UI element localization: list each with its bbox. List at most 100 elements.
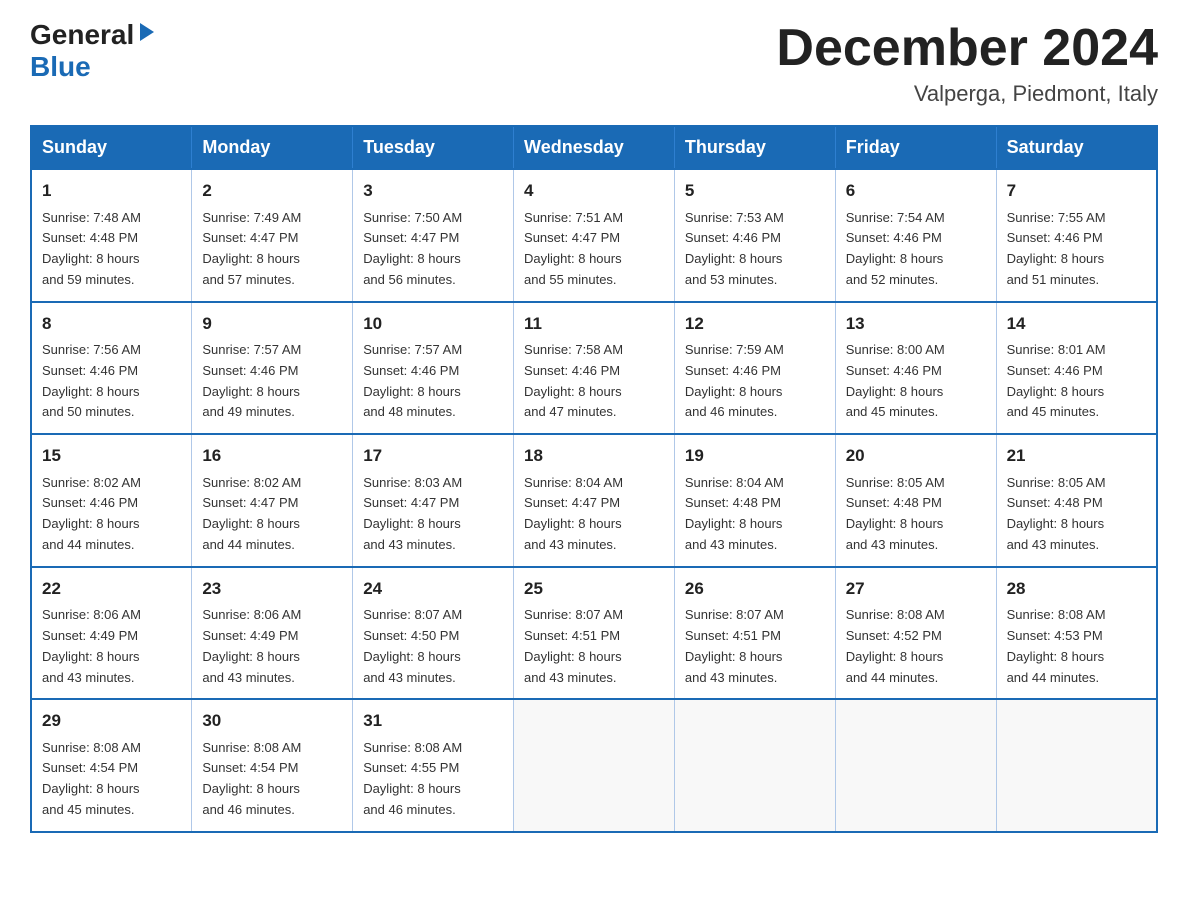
- day-cell: 13Sunrise: 8:00 AM Sunset: 4:46 PM Dayli…: [835, 302, 996, 435]
- day-number: 25: [524, 576, 664, 602]
- day-info: Sunrise: 7:55 AM Sunset: 4:46 PM Dayligh…: [1007, 208, 1146, 291]
- day-info: Sunrise: 7:53 AM Sunset: 4:46 PM Dayligh…: [685, 208, 825, 291]
- weekday-header-thursday: Thursday: [674, 126, 835, 169]
- day-number: 6: [846, 178, 986, 204]
- weekday-header-monday: Monday: [192, 126, 353, 169]
- logo-arrow-icon: [136, 21, 158, 43]
- day-cell: 19 Sunrise: 8:04 AM Sunset: 4:48 PM Dayli…: [674, 434, 835, 567]
- logo: General Blue: [30, 20, 158, 83]
- day-number: 3: [363, 178, 503, 204]
- day-cell: 20 Sunrise: 8:05 AM Sunset: 4:48 PM Dayli…: [835, 434, 996, 567]
- day-number: 15: [42, 443, 181, 469]
- day-number: 2: [202, 178, 342, 204]
- day-info: Sunrise: 8:02 AM Sunset: 4:46 PM Dayligh…: [42, 473, 181, 556]
- day-cell: 28 Sunrise: 8:08 AM Sunset: 4:53 PM Dayli…: [996, 567, 1157, 700]
- day-number: 19: [685, 443, 825, 469]
- day-number: 17: [363, 443, 503, 469]
- day-cell: [835, 699, 996, 832]
- day-number: 8: [42, 311, 181, 337]
- day-number: 23: [202, 576, 342, 602]
- week-row-2: 8 Sunrise: 7:56 AM Sunset: 4:46 PM Daylig…: [31, 302, 1157, 435]
- day-info: Sunrise: 8:08 AM Sunset: 4:54 PM Dayligh…: [202, 738, 342, 821]
- day-cell: 27Sunrise: 8:08 AM Sunset: 4:52 PM Dayli…: [835, 567, 996, 700]
- day-cell: 2 Sunrise: 7:49 AM Sunset: 4:47 PM Daylig…: [192, 169, 353, 302]
- day-info: Sunrise: 7:59 AM Sunset: 4:46 PM Dayligh…: [685, 340, 825, 423]
- day-info: Sunrise: 8:08 AM Sunset: 4:54 PM Dayligh…: [42, 738, 181, 821]
- day-cell: 1 Sunrise: 7:48 AM Sunset: 4:48 PM Daylig…: [31, 169, 192, 302]
- day-number: 31: [363, 708, 503, 734]
- day-number: 10: [363, 311, 503, 337]
- day-number: 4: [524, 178, 664, 204]
- day-cell: 10 Sunrise: 7:57 AM Sunset: 4:46 PM Dayli…: [353, 302, 514, 435]
- day-number: 5: [685, 178, 825, 204]
- day-info: Sunrise: 8:02 AM Sunset: 4:47 PM Dayligh…: [202, 473, 342, 556]
- day-info: Sunrise: 8:07 AM Sunset: 4:51 PM Dayligh…: [685, 605, 825, 688]
- month-title: December 2024: [776, 20, 1158, 77]
- day-cell: 7 Sunrise: 7:55 AM Sunset: 4:46 PM Daylig…: [996, 169, 1157, 302]
- day-cell: 9 Sunrise: 7:57 AM Sunset: 4:46 PM Daylig…: [192, 302, 353, 435]
- day-info: Sunrise: 8:07 AM Sunset: 4:50 PM Dayligh…: [363, 605, 503, 688]
- day-number: 27: [846, 576, 986, 602]
- day-number: 21: [1007, 443, 1146, 469]
- weekday-header-wednesday: Wednesday: [514, 126, 675, 169]
- day-info: Sunrise: 8:04 AM Sunset: 4:47 PM Dayligh…: [524, 473, 664, 556]
- day-cell: [996, 699, 1157, 832]
- day-info: Sunrise: 7:50 AM Sunset: 4:47 PM Dayligh…: [363, 208, 503, 291]
- day-info: Sunrise: 8:08 AM Sunset: 4:53 PM Dayligh…: [1007, 605, 1146, 688]
- day-info: Sunrise: 7:58 AM Sunset: 4:46 PM Dayligh…: [524, 340, 664, 423]
- day-number: 12: [685, 311, 825, 337]
- day-cell: 15 Sunrise: 8:02 AM Sunset: 4:46 PM Dayli…: [31, 434, 192, 567]
- day-cell: 4 Sunrise: 7:51 AM Sunset: 4:47 PM Daylig…: [514, 169, 675, 302]
- day-info: Sunrise: 7:48 AM Sunset: 4:48 PM Dayligh…: [42, 208, 181, 291]
- day-cell: 24 Sunrise: 8:07 AM Sunset: 4:50 PM Dayli…: [353, 567, 514, 700]
- location-title: Valperga, Piedmont, Italy: [776, 81, 1158, 107]
- day-info: Sunrise: 7:51 AM Sunset: 4:47 PM Dayligh…: [524, 208, 664, 291]
- day-cell: 5 Sunrise: 7:53 AM Sunset: 4:46 PM Daylig…: [674, 169, 835, 302]
- day-cell: 11 Sunrise: 7:58 AM Sunset: 4:46 PM Dayli…: [514, 302, 675, 435]
- week-row-1: 1 Sunrise: 7:48 AM Sunset: 4:48 PM Daylig…: [31, 169, 1157, 302]
- weekday-header-tuesday: Tuesday: [353, 126, 514, 169]
- day-number: 14: [1007, 311, 1146, 337]
- header: General Blue December 2024 Valperga, Pie…: [30, 20, 1158, 107]
- day-info: Sunrise: 8:03 AM Sunset: 4:47 PM Dayligh…: [363, 473, 503, 556]
- day-cell: 23 Sunrise: 8:06 AM Sunset: 4:49 PM Dayli…: [192, 567, 353, 700]
- day-number: 11: [524, 311, 664, 337]
- day-number: 20: [846, 443, 986, 469]
- day-info: Sunrise: 7:56 AM Sunset: 4:46 PM Dayligh…: [42, 340, 181, 423]
- day-info: Sunrise: 8:06 AM Sunset: 4:49 PM Dayligh…: [42, 605, 181, 688]
- week-row-3: 15 Sunrise: 8:02 AM Sunset: 4:46 PM Dayli…: [31, 434, 1157, 567]
- day-number: 9: [202, 311, 342, 337]
- weekday-header-sunday: Sunday: [31, 126, 192, 169]
- day-number: 28: [1007, 576, 1146, 602]
- day-cell: 26 Sunrise: 8:07 AM Sunset: 4:51 PM Dayli…: [674, 567, 835, 700]
- day-info: Sunrise: 7:49 AM Sunset: 4:47 PM Dayligh…: [202, 208, 342, 291]
- day-cell: 6Sunrise: 7:54 AM Sunset: 4:46 PM Daylig…: [835, 169, 996, 302]
- weekday-header-row: SundayMondayTuesdayWednesdayThursdayFrid…: [31, 126, 1157, 169]
- day-info: Sunrise: 8:08 AM Sunset: 4:55 PM Dayligh…: [363, 738, 503, 821]
- day-cell: 14Sunrise: 8:01 AM Sunset: 4:46 PM Dayli…: [996, 302, 1157, 435]
- weekday-header-friday: Friday: [835, 126, 996, 169]
- day-info: Sunrise: 8:04 AM Sunset: 4:48 PM Dayligh…: [685, 473, 825, 556]
- logo-general: General: [30, 20, 134, 51]
- page: General Blue December 2024 Valperga, Pie…: [0, 0, 1188, 918]
- day-number: 7: [1007, 178, 1146, 204]
- day-cell: 30Sunrise: 8:08 AM Sunset: 4:54 PM Dayli…: [192, 699, 353, 832]
- day-info: Sunrise: 7:57 AM Sunset: 4:46 PM Dayligh…: [202, 340, 342, 423]
- day-cell: 18 Sunrise: 8:04 AM Sunset: 4:47 PM Dayli…: [514, 434, 675, 567]
- logo-blue: Blue: [30, 51, 91, 83]
- day-number: 1: [42, 178, 181, 204]
- day-number: 24: [363, 576, 503, 602]
- week-row-5: 29Sunrise: 8:08 AM Sunset: 4:54 PM Dayli…: [31, 699, 1157, 832]
- weekday-header-saturday: Saturday: [996, 126, 1157, 169]
- day-number: 16: [202, 443, 342, 469]
- day-cell: [674, 699, 835, 832]
- day-number: 26: [685, 576, 825, 602]
- day-cell: 3 Sunrise: 7:50 AM Sunset: 4:47 PM Daylig…: [353, 169, 514, 302]
- day-info: Sunrise: 8:07 AM Sunset: 4:51 PM Dayligh…: [524, 605, 664, 688]
- day-cell: 17 Sunrise: 8:03 AM Sunset: 4:47 PM Dayli…: [353, 434, 514, 567]
- day-info: Sunrise: 7:57 AM Sunset: 4:46 PM Dayligh…: [363, 340, 503, 423]
- day-info: Sunrise: 8:06 AM Sunset: 4:49 PM Dayligh…: [202, 605, 342, 688]
- day-info: Sunrise: 8:05 AM Sunset: 4:48 PM Dayligh…: [846, 473, 986, 556]
- week-row-4: 22Sunrise: 8:06 AM Sunset: 4:49 PM Dayli…: [31, 567, 1157, 700]
- day-number: 18: [524, 443, 664, 469]
